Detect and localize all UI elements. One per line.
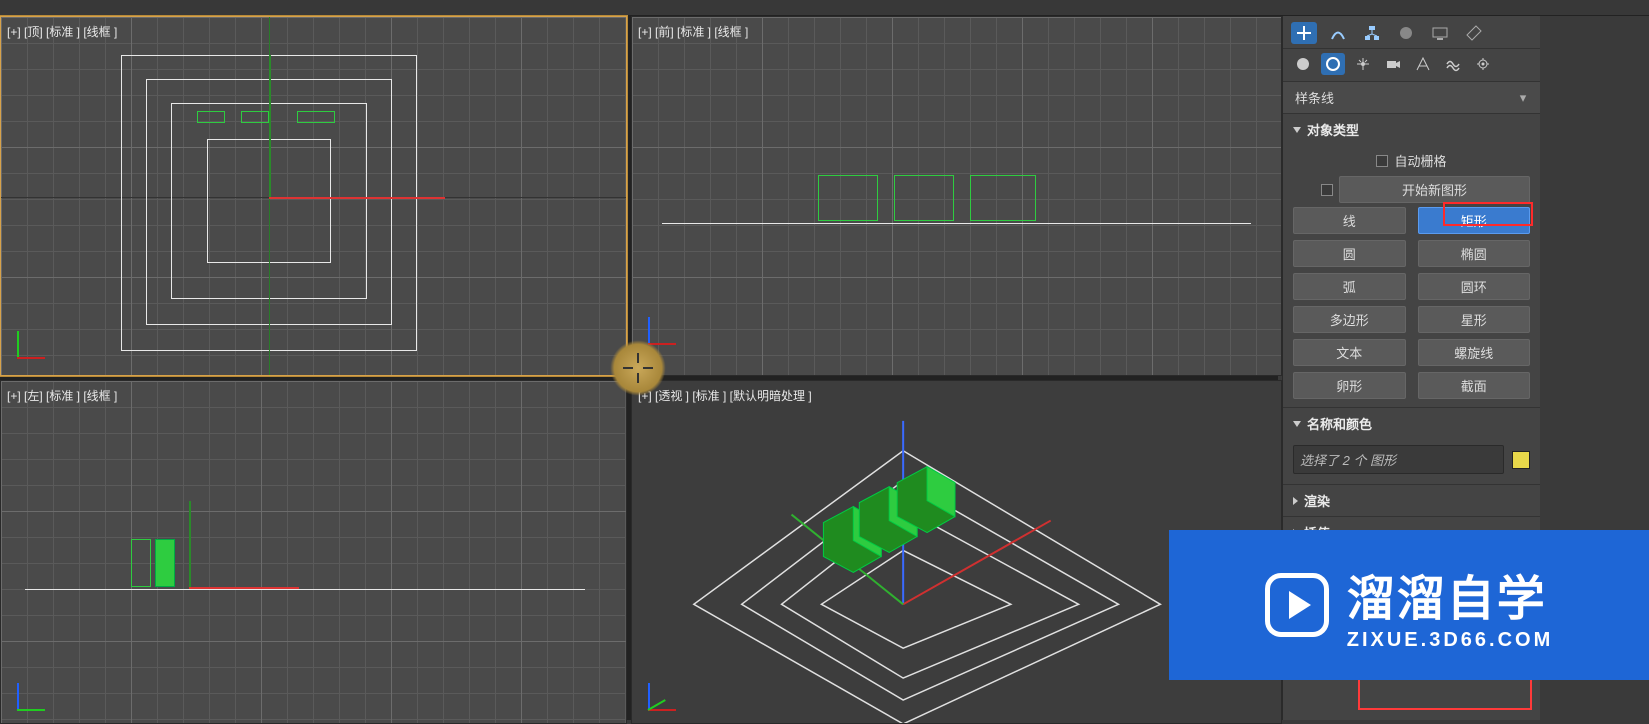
rollout-header[interactable]: 对象类型: [1283, 114, 1540, 145]
tab-utilities-icon[interactable]: [1461, 22, 1487, 44]
axis-y-handle: [269, 55, 271, 197]
tab-hierarchy-icon[interactable]: [1359, 22, 1385, 44]
shape-green-box: [197, 111, 225, 123]
shape-green-fill: [155, 539, 175, 587]
viewport-gizmo: [11, 677, 51, 717]
chevron-down-icon: ▾: [1514, 90, 1532, 106]
tab-modify-icon[interactable]: [1325, 22, 1351, 44]
shape-green-box: [970, 175, 1036, 221]
sub-lights-icon[interactable]: [1351, 53, 1375, 75]
sub-spacewarps-icon[interactable]: [1441, 53, 1465, 75]
viewport-label[interactable]: [+] [左] [标准 ] [线框 ]: [7, 387, 117, 404]
ground-line: [25, 589, 585, 590]
create-subtabs: [1283, 49, 1540, 82]
tab-motion-icon[interactable]: [1393, 22, 1419, 44]
shape-category-dropdown[interactable]: 样条线 ▾: [1283, 82, 1540, 114]
expand-icon: [1293, 497, 1298, 505]
grid-major: [632, 17, 1281, 375]
text-button[interactable]: 文本: [1293, 339, 1406, 366]
rectangle-button[interactable]: 矩形: [1418, 207, 1531, 234]
tab-display-icon[interactable]: [1427, 22, 1453, 44]
sub-cameras-icon[interactable]: [1381, 53, 1405, 75]
expand-icon: [1293, 421, 1301, 427]
star-button[interactable]: 星形: [1418, 306, 1531, 333]
panel-tabs: [1283, 16, 1540, 49]
expand-icon: [1293, 127, 1301, 133]
object-name-input[interactable]: 选择了 2 个 图形: [1293, 445, 1504, 474]
checkbox-label: 自动栅格: [1394, 151, 1446, 170]
ngon-button[interactable]: 多边形: [1293, 306, 1406, 333]
viewport-left[interactable]: [+] [左] [标准 ] [线框 ]: [0, 380, 627, 724]
sub-shapes-icon[interactable]: [1321, 53, 1345, 75]
play-icon: [1265, 573, 1329, 637]
viewport-top[interactable]: [+] [顶] [标准 ] [线框 ]: [0, 16, 627, 376]
shape-green-box: [894, 175, 954, 221]
dropdown-label: 样条线: [1291, 86, 1514, 109]
arc-button[interactable]: 弧: [1293, 273, 1406, 300]
viewport-label[interactable]: [+] [透视 ] [标准 ] [默认明暗处理 ]: [638, 387, 812, 404]
axis-x-handle: [269, 197, 445, 199]
rollout-title: 名称和颜色: [1307, 414, 1372, 433]
rollout-title: 对象类型: [1307, 120, 1359, 139]
shape-green-box: [818, 175, 878, 221]
axis-z-handle: [189, 501, 191, 587]
rollout-name-color: 名称和颜色 选择了 2 个 图形: [1283, 408, 1540, 485]
viewport-label[interactable]: [+] [前] [标准 ] [线框 ]: [638, 23, 748, 40]
section-button[interactable]: 截面: [1418, 372, 1531, 399]
shape-green-box: [297, 111, 335, 123]
egg-button[interactable]: 卵形: [1293, 372, 1406, 399]
checkbox-start-new[interactable]: [1321, 184, 1333, 196]
sub-geometry-icon[interactable]: [1291, 53, 1315, 75]
viewport-front[interactable]: [+] [前] [标准 ] [线框 ]: [631, 16, 1282, 376]
crosshair-marker: [610, 340, 666, 396]
grid-major: [1, 381, 626, 723]
color-swatch[interactable]: [1512, 451, 1530, 469]
viewport-gizmo: [642, 677, 682, 717]
viewport-label[interactable]: [+] [顶] [标准 ] [线框 ]: [7, 23, 117, 40]
watermark-subtitle: ZIXUE.3D66.COM: [1347, 629, 1553, 652]
tab-create-icon[interactable]: [1291, 22, 1317, 44]
sub-helpers-icon[interactable]: [1411, 53, 1435, 75]
shape-green-box: [241, 111, 269, 123]
circle-button[interactable]: 圆: [1293, 240, 1406, 267]
rollout-header[interactable]: 渲染: [1283, 485, 1540, 516]
ellipse-button[interactable]: 椭圆: [1418, 240, 1531, 267]
app-top-stripe: [0, 0, 1649, 16]
watermark-title: 溜溜自学: [1347, 559, 1553, 629]
start-new-shape-button[interactable]: 开始新图形: [1339, 176, 1530, 203]
sub-systems-icon[interactable]: [1471, 53, 1495, 75]
rollout-header[interactable]: 名称和颜色: [1283, 408, 1540, 439]
shape-green-box: [131, 539, 151, 587]
watermark-overlay: 溜溜自学 ZIXUE.3D66.COM: [1169, 530, 1649, 680]
line-button[interactable]: 线: [1293, 207, 1406, 234]
helix-button[interactable]: 螺旋线: [1418, 339, 1531, 366]
axis-x-handle: [189, 587, 299, 589]
shape-button-grid: 线 矩形 圆 椭圆 弧 圆环 多边形 星形 文本 螺旋线 卵形 截面: [1293, 207, 1530, 399]
donut-button[interactable]: 圆环: [1418, 273, 1531, 300]
viewport-gizmo: [11, 325, 51, 365]
ground-line: [662, 223, 1251, 224]
rollout-object-type: 对象类型 自动栅格 开始新图形 线 矩形 圆 椭圆 弧 圆环 多边形 星形 文本: [1283, 114, 1540, 408]
rollout-title: 渲染: [1304, 491, 1330, 510]
rollout-render: 渲染: [1283, 485, 1540, 517]
checkbox-auto-grid[interactable]: [1376, 155, 1388, 167]
